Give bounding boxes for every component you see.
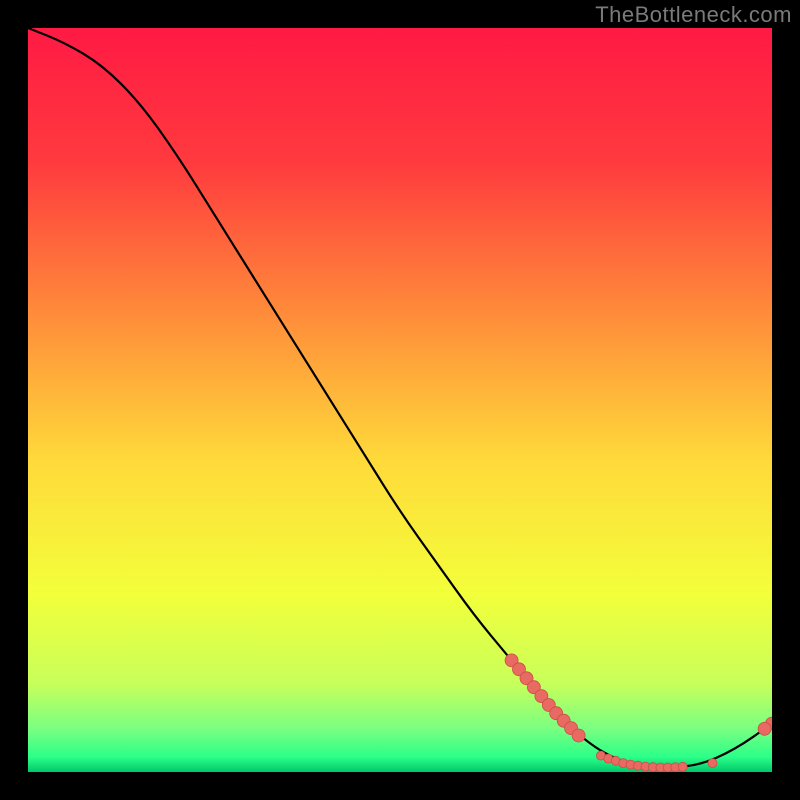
data-marker [708, 759, 717, 768]
data-marker [758, 722, 771, 735]
gradient-background [28, 28, 772, 772]
data-marker [678, 762, 687, 771]
data-marker [572, 729, 585, 742]
plot-area [28, 28, 772, 772]
chart-container: TheBottleneck.com [0, 0, 800, 800]
chart-svg [28, 28, 772, 772]
watermark-text: TheBottleneck.com [595, 2, 792, 28]
